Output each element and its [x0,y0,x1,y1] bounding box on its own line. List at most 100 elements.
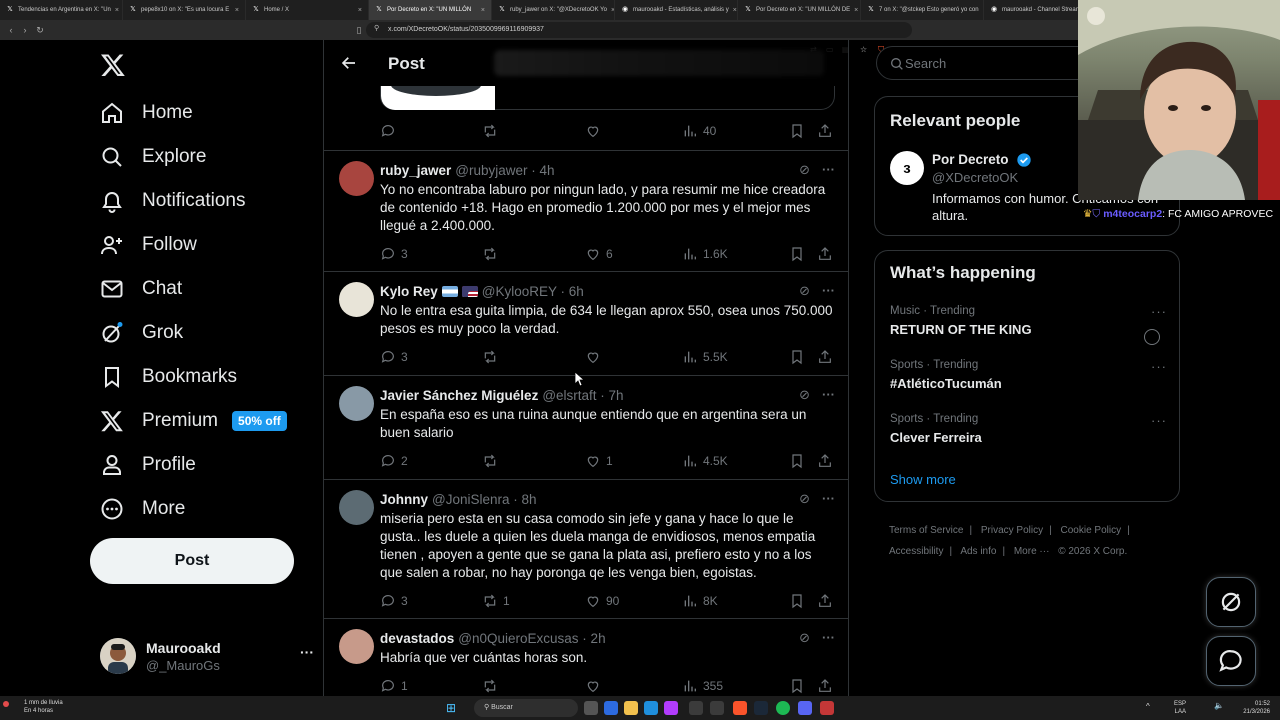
bookmark-button[interactable] [789,122,817,140]
bookmark-button[interactable] [789,452,817,470]
more-options-icon[interactable]: ··· [822,387,835,403]
tray-chevron-icon[interactable]: ^ [1146,702,1150,711]
nav-item-more[interactable]: More [100,487,185,531]
site-info-icon[interactable]: ⚲ [374,24,379,32]
more-options-icon[interactable]: ··· [822,491,835,507]
nav-item-notifications[interactable]: Notifications [100,179,246,223]
browser-tab[interactable]: ◉ maurooakd - Estadísticas, análisis y × [615,0,738,20]
share-button[interactable] [817,677,833,695]
browser-tab[interactable]: 𝕏7 on X: "@stckep Esto generó yo con× [861,0,984,20]
more-options-icon[interactable]: ··· [300,644,314,660]
footer-link[interactable]: Cookie Policy [1061,525,1122,536]
author-name[interactable]: devastados [380,631,454,646]
views-button[interactable]: 355 [682,677,789,695]
show-more-link[interactable]: Show more [890,472,956,487]
like-button[interactable]: 1 [585,452,682,470]
trend-title[interactable]: #AtléticoTucumán [890,376,1002,391]
share-button[interactable] [817,122,833,140]
grok-icon[interactable]: ⊘ [799,283,810,299]
more-options-icon[interactable]: ··· [1151,413,1167,428]
address-bar[interactable]: x.com/XDecretoOK/status/2035009969116909… [366,22,912,38]
bookmark-button[interactable] [789,677,817,695]
taskbar-search[interactable]: ⚲ Buscar [474,699,578,717]
app-icon[interactable] [689,701,703,715]
star-icon[interactable]: ☆ [860,45,867,54]
close-tab-icon[interactable]: × [733,7,737,14]
compose-post-button[interactable]: Post [90,538,294,584]
reply-button[interactable]: 3 [380,592,482,610]
more-options-icon[interactable]: ··· [1151,304,1167,319]
reload-icon[interactable]: ↻ [33,23,47,37]
language-indicator[interactable]: ESP LAA [1174,700,1186,716]
views-button[interactable]: 5.5K [682,348,789,366]
reply-button[interactable]: 3 [380,348,482,366]
nav-item-explore[interactable]: Explore [100,135,206,179]
views-button[interactable]: 8K [682,592,789,610]
windows-start-icon[interactable]: ⊞ [446,701,456,715]
author-name[interactable]: Johnny [380,492,428,507]
app-icon[interactable] [664,701,678,715]
author-handle[interactable]: @n0QuieroExcusas · 2h [458,631,605,646]
file-explorer-icon[interactable] [624,701,638,715]
footer-link[interactable]: Terms of Service [889,525,963,536]
avatar[interactable] [339,629,374,664]
avatar[interactable]: ɜ [890,151,924,185]
steam-icon[interactable] [754,701,768,715]
weather-widget[interactable]: 1 mm de lluvia En 4 horas [24,699,63,715]
grok-icon[interactable]: ⊘ [799,162,810,178]
author-name[interactable]: Kylo Rey [380,284,438,299]
nav-item-follow[interactable]: Follow [100,223,197,267]
author-handle[interactable]: @elsrtaft · 7h [542,388,623,403]
browser-tab[interactable]: 𝕏 Tendencias en Argentina en X: "Un × [0,0,123,20]
brave-browser-icon[interactable] [733,701,747,715]
like-button[interactable]: 90 [585,592,682,610]
reply-button[interactable]: 2 [380,452,482,470]
retweet-button[interactable] [482,245,585,263]
browser-tab[interactable]: 𝕏pepe8x10 on X: "Es una locura E × [123,0,246,20]
retweet-button[interactable] [482,677,585,695]
grok-icon[interactable]: ⊘ [799,387,810,403]
author-name[interactable]: ruby_jawer [380,163,451,178]
grok-floating-button[interactable] [1206,577,1256,627]
person-name[interactable]: Por Decreto [932,152,1009,167]
reply-button[interactable]: 3 [380,245,482,263]
footer-link[interactable]: Accessibility [889,546,943,557]
grok-icon[interactable]: ⊘ [799,491,810,507]
close-tab-icon[interactable]: × [854,7,858,14]
bookmark-page-icon[interactable]: ▯ [352,23,366,37]
reply-tweet[interactable]: Johnny @JoniSlenra · 8h ⊘ ··· miseria pero e… [324,479,848,618]
trend-title[interactable]: RETURN OF THE KING [890,322,1032,337]
close-tab-icon[interactable]: × [235,7,239,14]
trend-title[interactable]: Clever Ferreira [890,430,982,445]
bookmark-button[interactable] [789,245,817,263]
forward-nav-icon[interactable]: › [18,23,32,37]
avatar[interactable] [339,282,374,317]
reply-button[interactable] [380,122,482,140]
messages-floating-button[interactable] [1206,636,1256,686]
nav-item-premium[interactable]: Premium 50% off [100,399,287,443]
close-tab-icon[interactable]: × [481,7,485,14]
more-options-icon[interactable]: ··· [822,162,835,178]
app-icon[interactable] [604,701,618,715]
like-button[interactable] [585,122,682,140]
back-arrow-icon[interactable] [340,54,358,72]
bookmark-button[interactable] [789,592,817,610]
views-button[interactable]: 40 [682,122,789,140]
task-view-icon[interactable] [584,701,598,715]
back-nav-icon[interactable]: ‹ [4,23,18,37]
more-options-icon[interactable]: ··· [822,283,835,299]
like-button[interactable] [585,348,682,366]
more-options-icon[interactable]: ··· [1151,359,1167,374]
volume-icon[interactable]: 🔈 [1214,701,1224,710]
share-button[interactable] [817,592,833,610]
nav-item-chat[interactable]: Chat [100,267,182,311]
edge-icon[interactable] [644,701,658,715]
reply-button[interactable]: 1 [380,677,482,695]
browser-tab-active[interactable]: 𝕏 Por Decreto en X: "UN MILLÓN × [369,0,492,20]
author-handle[interactable]: @rubyjawer · 4h [455,163,554,178]
nav-item-profile[interactable]: Profile [100,443,196,487]
bookmark-button[interactable] [789,348,817,366]
author-handle[interactable]: @KylooREY · 6h [482,284,584,299]
clock[interactable]: 01:52 21/3/2026 [1243,700,1270,716]
footer-link[interactable]: Ads info [960,546,996,557]
